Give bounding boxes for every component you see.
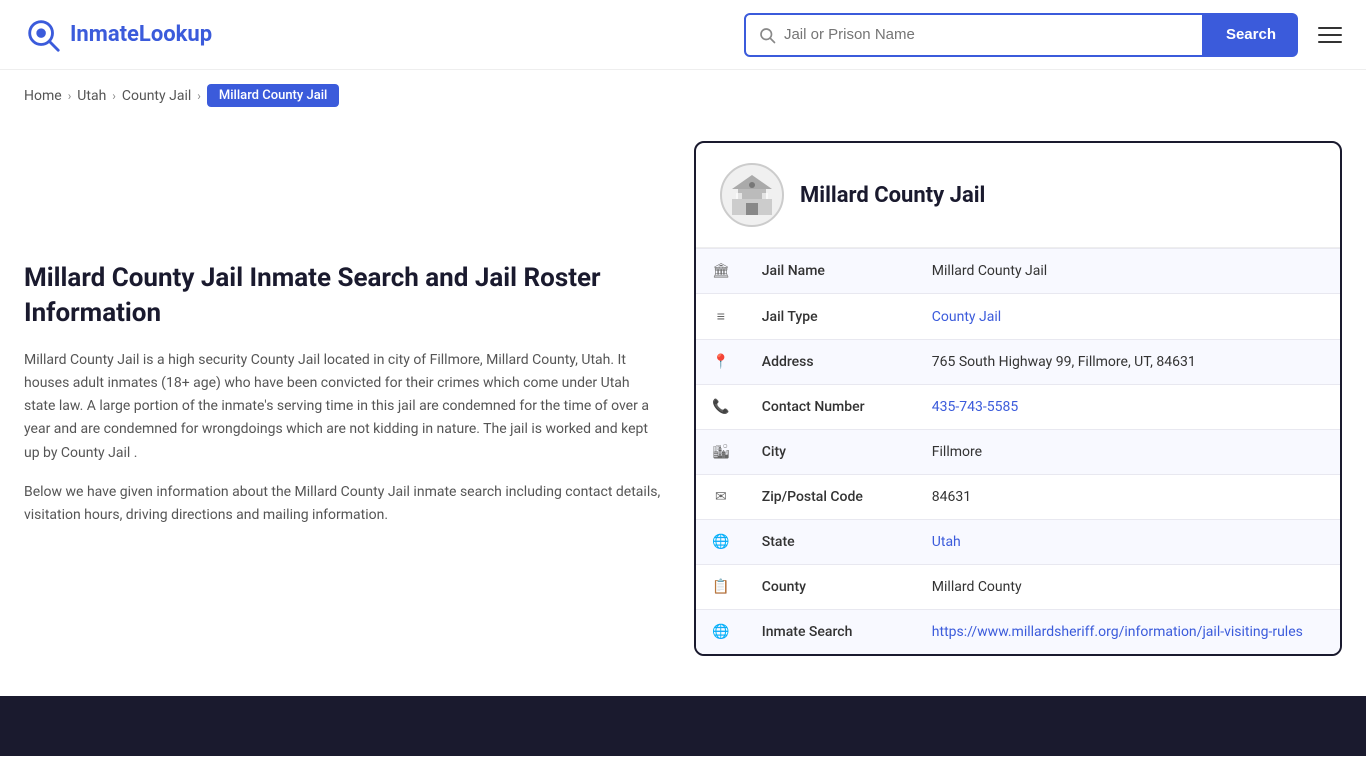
- row-icon: 🏛: [696, 249, 746, 294]
- breadcrumb-county-jail[interactable]: County Jail: [122, 88, 191, 104]
- search-area: Search: [744, 13, 1342, 57]
- breadcrumb-utah[interactable]: Utah: [77, 88, 106, 104]
- main-content: Millard County Jail Inmate Search and Ja…: [0, 121, 1366, 696]
- hamburger-menu[interactable]: [1318, 27, 1342, 43]
- row-value[interactable]: 435-743-5585: [916, 385, 1340, 430]
- row-label: Contact Number: [746, 385, 916, 430]
- hamburger-line-2: [1318, 34, 1342, 36]
- row-value: Millard County: [916, 565, 1340, 610]
- row-icon: 📞: [696, 385, 746, 430]
- breadcrumb: Home › Utah › County Jail › Millard Coun…: [0, 70, 1366, 121]
- row-value-link[interactable]: https://www.millardsheriff.org/informati…: [932, 624, 1303, 640]
- row-label: Inmate Search: [746, 610, 916, 655]
- row-label: Jail Name: [746, 249, 916, 294]
- row-value: 765 South Highway 99, Fillmore, UT, 8463…: [916, 340, 1340, 385]
- table-row: ≡Jail Type County Jail: [696, 294, 1340, 340]
- table-row: 🏙CityFillmore: [696, 430, 1340, 475]
- search-icon: [758, 26, 776, 44]
- search-button[interactable]: Search: [1204, 13, 1298, 57]
- row-icon: 📋: [696, 565, 746, 610]
- logo-link[interactable]: InmateLookup: [24, 16, 212, 54]
- row-label: Jail Type: [746, 294, 916, 340]
- search-input[interactable]: [784, 26, 1190, 43]
- card-header: Millard County Jail: [696, 143, 1340, 248]
- breadcrumb-chevron-1: ›: [68, 89, 72, 103]
- row-icon: ≡: [696, 294, 746, 340]
- row-value: Millard County Jail: [916, 249, 1340, 294]
- row-label: Address: [746, 340, 916, 385]
- row-icon: 🏙: [696, 430, 746, 475]
- footer-bar: [0, 696, 1366, 756]
- row-value[interactable]: https://www.millardsheriff.org/informati…: [916, 610, 1340, 655]
- row-value[interactable]: Utah: [916, 520, 1340, 565]
- info-card: Millard County Jail 🏛Jail NameMillard Co…: [694, 141, 1342, 656]
- row-value-link[interactable]: County Jail: [932, 309, 1001, 325]
- breadcrumb-chevron-3: ›: [197, 89, 201, 103]
- table-row: ✉Zip/Postal Code84631: [696, 475, 1340, 520]
- description-para-1: Millard County Jail is a high security C…: [24, 349, 664, 464]
- table-row: 🌐State Utah: [696, 520, 1340, 565]
- table-row: 🏛Jail NameMillard County Jail: [696, 249, 1340, 294]
- row-value[interactable]: County Jail: [916, 294, 1340, 340]
- site-header: InmateLookup Search: [0, 0, 1366, 70]
- row-icon: ✉: [696, 475, 746, 520]
- description-para-2: Below we have given information about th…: [24, 481, 664, 527]
- breadcrumb-home[interactable]: Home: [24, 88, 62, 104]
- hamburger-line-3: [1318, 41, 1342, 43]
- building-icon: [728, 171, 776, 219]
- left-panel: Millard County Jail Inmate Search and Ja…: [24, 141, 664, 656]
- card-title: Millard County Jail: [800, 183, 985, 208]
- row-icon: 🌐: [696, 610, 746, 655]
- table-row: 📋CountyMillard County: [696, 565, 1340, 610]
- logo-icon: [24, 16, 62, 54]
- row-value: 84631: [916, 475, 1340, 520]
- row-label: City: [746, 430, 916, 475]
- jail-avatar: [720, 163, 784, 227]
- table-row: 📞Contact Number 435-743-5585: [696, 385, 1340, 430]
- breadcrumb-active: Millard County Jail: [207, 84, 339, 107]
- row-value-link[interactable]: Utah: [932, 534, 961, 550]
- logo-text: InmateLookup: [70, 22, 212, 47]
- row-icon: 📍: [696, 340, 746, 385]
- info-table: 🏛Jail NameMillard County Jail≡Jail TypeC…: [696, 248, 1340, 654]
- row-value: Fillmore: [916, 430, 1340, 475]
- right-panel: Millard County Jail 🏛Jail NameMillard Co…: [694, 141, 1342, 656]
- row-label: State: [746, 520, 916, 565]
- row-label: Zip/Postal Code: [746, 475, 916, 520]
- row-icon: 🌐: [696, 520, 746, 565]
- page-heading: Millard County Jail Inmate Search and Ja…: [24, 261, 664, 331]
- search-wrapper: [744, 13, 1204, 57]
- row-label: County: [746, 565, 916, 610]
- hamburger-line-1: [1318, 27, 1342, 29]
- table-row: 🌐Inmate Search https://www.millardsheriff…: [696, 610, 1340, 655]
- table-row: 📍Address765 South Highway 99, Fillmore, …: [696, 340, 1340, 385]
- breadcrumb-chevron-2: ›: [112, 89, 116, 103]
- row-value-link[interactable]: 435-743-5585: [932, 399, 1018, 415]
